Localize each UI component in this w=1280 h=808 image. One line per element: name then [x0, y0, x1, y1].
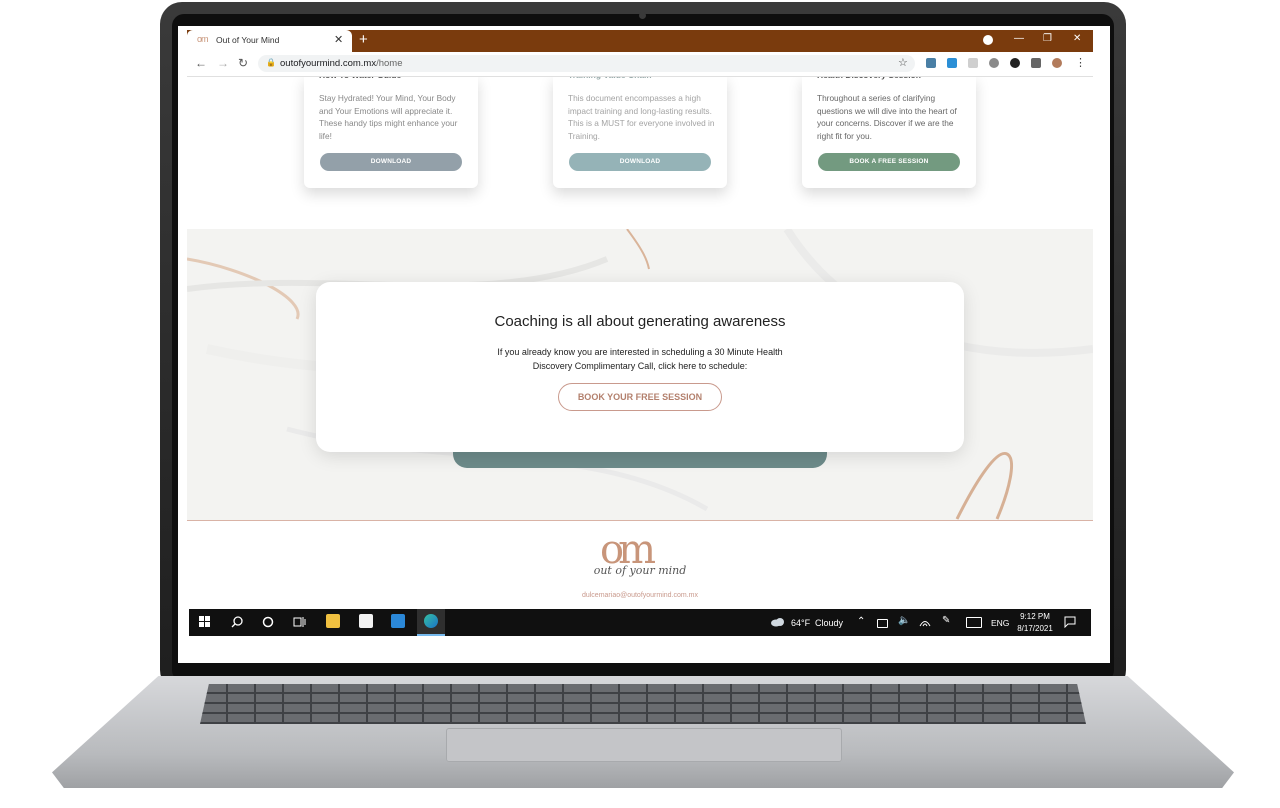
- camera-extension-icon[interactable]: [989, 58, 999, 68]
- download-button[interactable]: DOWNLOAD: [569, 153, 711, 171]
- search-icon[interactable]: [231, 616, 243, 628]
- tab-title: Out of Your Mind: [216, 35, 280, 45]
- trackpad: [446, 728, 842, 762]
- task-view-icon[interactable]: [293, 616, 306, 628]
- edge-icon: [424, 614, 438, 628]
- wifi-icon[interactable]: [919, 617, 931, 627]
- keyboard-icon[interactable]: [966, 617, 982, 628]
- notification-icon[interactable]: [1064, 616, 1076, 628]
- url-text[interactable]: outofyourmind.com.mx/home: [280, 58, 403, 69]
- extensions-puzzle-icon[interactable]: [1031, 58, 1041, 68]
- cta-title: Coaching is all about generating awarene…: [494, 313, 786, 330]
- bookmark-star-icon[interactable]: ☆: [898, 56, 908, 69]
- mail-icon[interactable]: [391, 614, 405, 628]
- close-window-icon[interactable]: ✕: [1073, 33, 1081, 44]
- card-text: Throughout a series of clarifying questi…: [817, 93, 957, 141]
- keyboard-rows: [200, 684, 1086, 724]
- volume-icon[interactable]: 🔈: [898, 615, 910, 626]
- webcam: [639, 12, 646, 19]
- pen-icon[interactable]: ✎: [942, 615, 950, 626]
- extension-icon-2[interactable]: [947, 58, 957, 68]
- back-icon[interactable]: ←: [195, 56, 207, 70]
- card-text: Stay Hydrated! Your Mind, Your Body and …: [319, 93, 458, 141]
- extension-icon-1[interactable]: [926, 58, 936, 68]
- profile-avatar[interactable]: [1052, 58, 1062, 68]
- chevron-up-icon[interactable]: ⌃: [857, 616, 865, 627]
- restore-icon[interactable]: ❐: [1043, 33, 1052, 44]
- forward-icon[interactable]: →: [217, 56, 229, 70]
- clock-date[interactable]: 8/17/2021: [1013, 624, 1057, 633]
- tab-close-icon[interactable]: ✕: [334, 33, 343, 46]
- reload-icon[interactable]: ↻: [238, 56, 248, 70]
- weather-temp[interactable]: 64°F: [791, 618, 810, 628]
- profile-icon[interactable]: [983, 35, 993, 45]
- clock-time[interactable]: 9:12 PM: [1015, 612, 1055, 621]
- footer-tagline: out of your mind: [593, 564, 687, 577]
- weather-condition[interactable]: Cloudy: [815, 618, 843, 628]
- cloud-icon: [771, 618, 784, 627]
- language-indicator[interactable]: ENG: [991, 618, 1009, 628]
- download-button[interactable]: DOWNLOAD: [320, 153, 462, 171]
- book-session-button[interactable]: BOOK A FREE SESSION: [818, 153, 960, 171]
- footer-divider: [187, 520, 1093, 521]
- windows-start-icon[interactable]: [199, 616, 211, 628]
- tab-favicon: om: [197, 34, 208, 44]
- url-domain: outofyourmind.com.mx: [280, 58, 377, 69]
- card-text: This document encompasses a high impact …: [568, 93, 715, 141]
- footer-email-link[interactable]: dulcemariao@outofyourmind.com.mx: [540, 592, 740, 599]
- cta-description: If you already know you are interested i…: [497, 347, 783, 371]
- book-free-session-button[interactable]: BOOK YOUR FREE SESSION: [558, 383, 722, 411]
- lock-icon[interactable]: 🔒: [266, 58, 276, 67]
- file-explorer-icon[interactable]: [326, 614, 340, 628]
- browser-menu-icon[interactable]: ⋮: [1075, 56, 1086, 69]
- cortana-icon[interactable]: [262, 616, 274, 628]
- extension-icon-5[interactable]: [1010, 58, 1020, 68]
- battery-icon[interactable]: [877, 619, 888, 628]
- new-tab-icon[interactable]: +: [359, 31, 368, 48]
- url-path: /home: [376, 58, 403, 69]
- windows-taskbar: [189, 609, 1091, 636]
- minimize-icon[interactable]: —: [1014, 33, 1024, 44]
- store-icon[interactable]: [359, 614, 373, 628]
- extension-icon-3[interactable]: [968, 58, 978, 68]
